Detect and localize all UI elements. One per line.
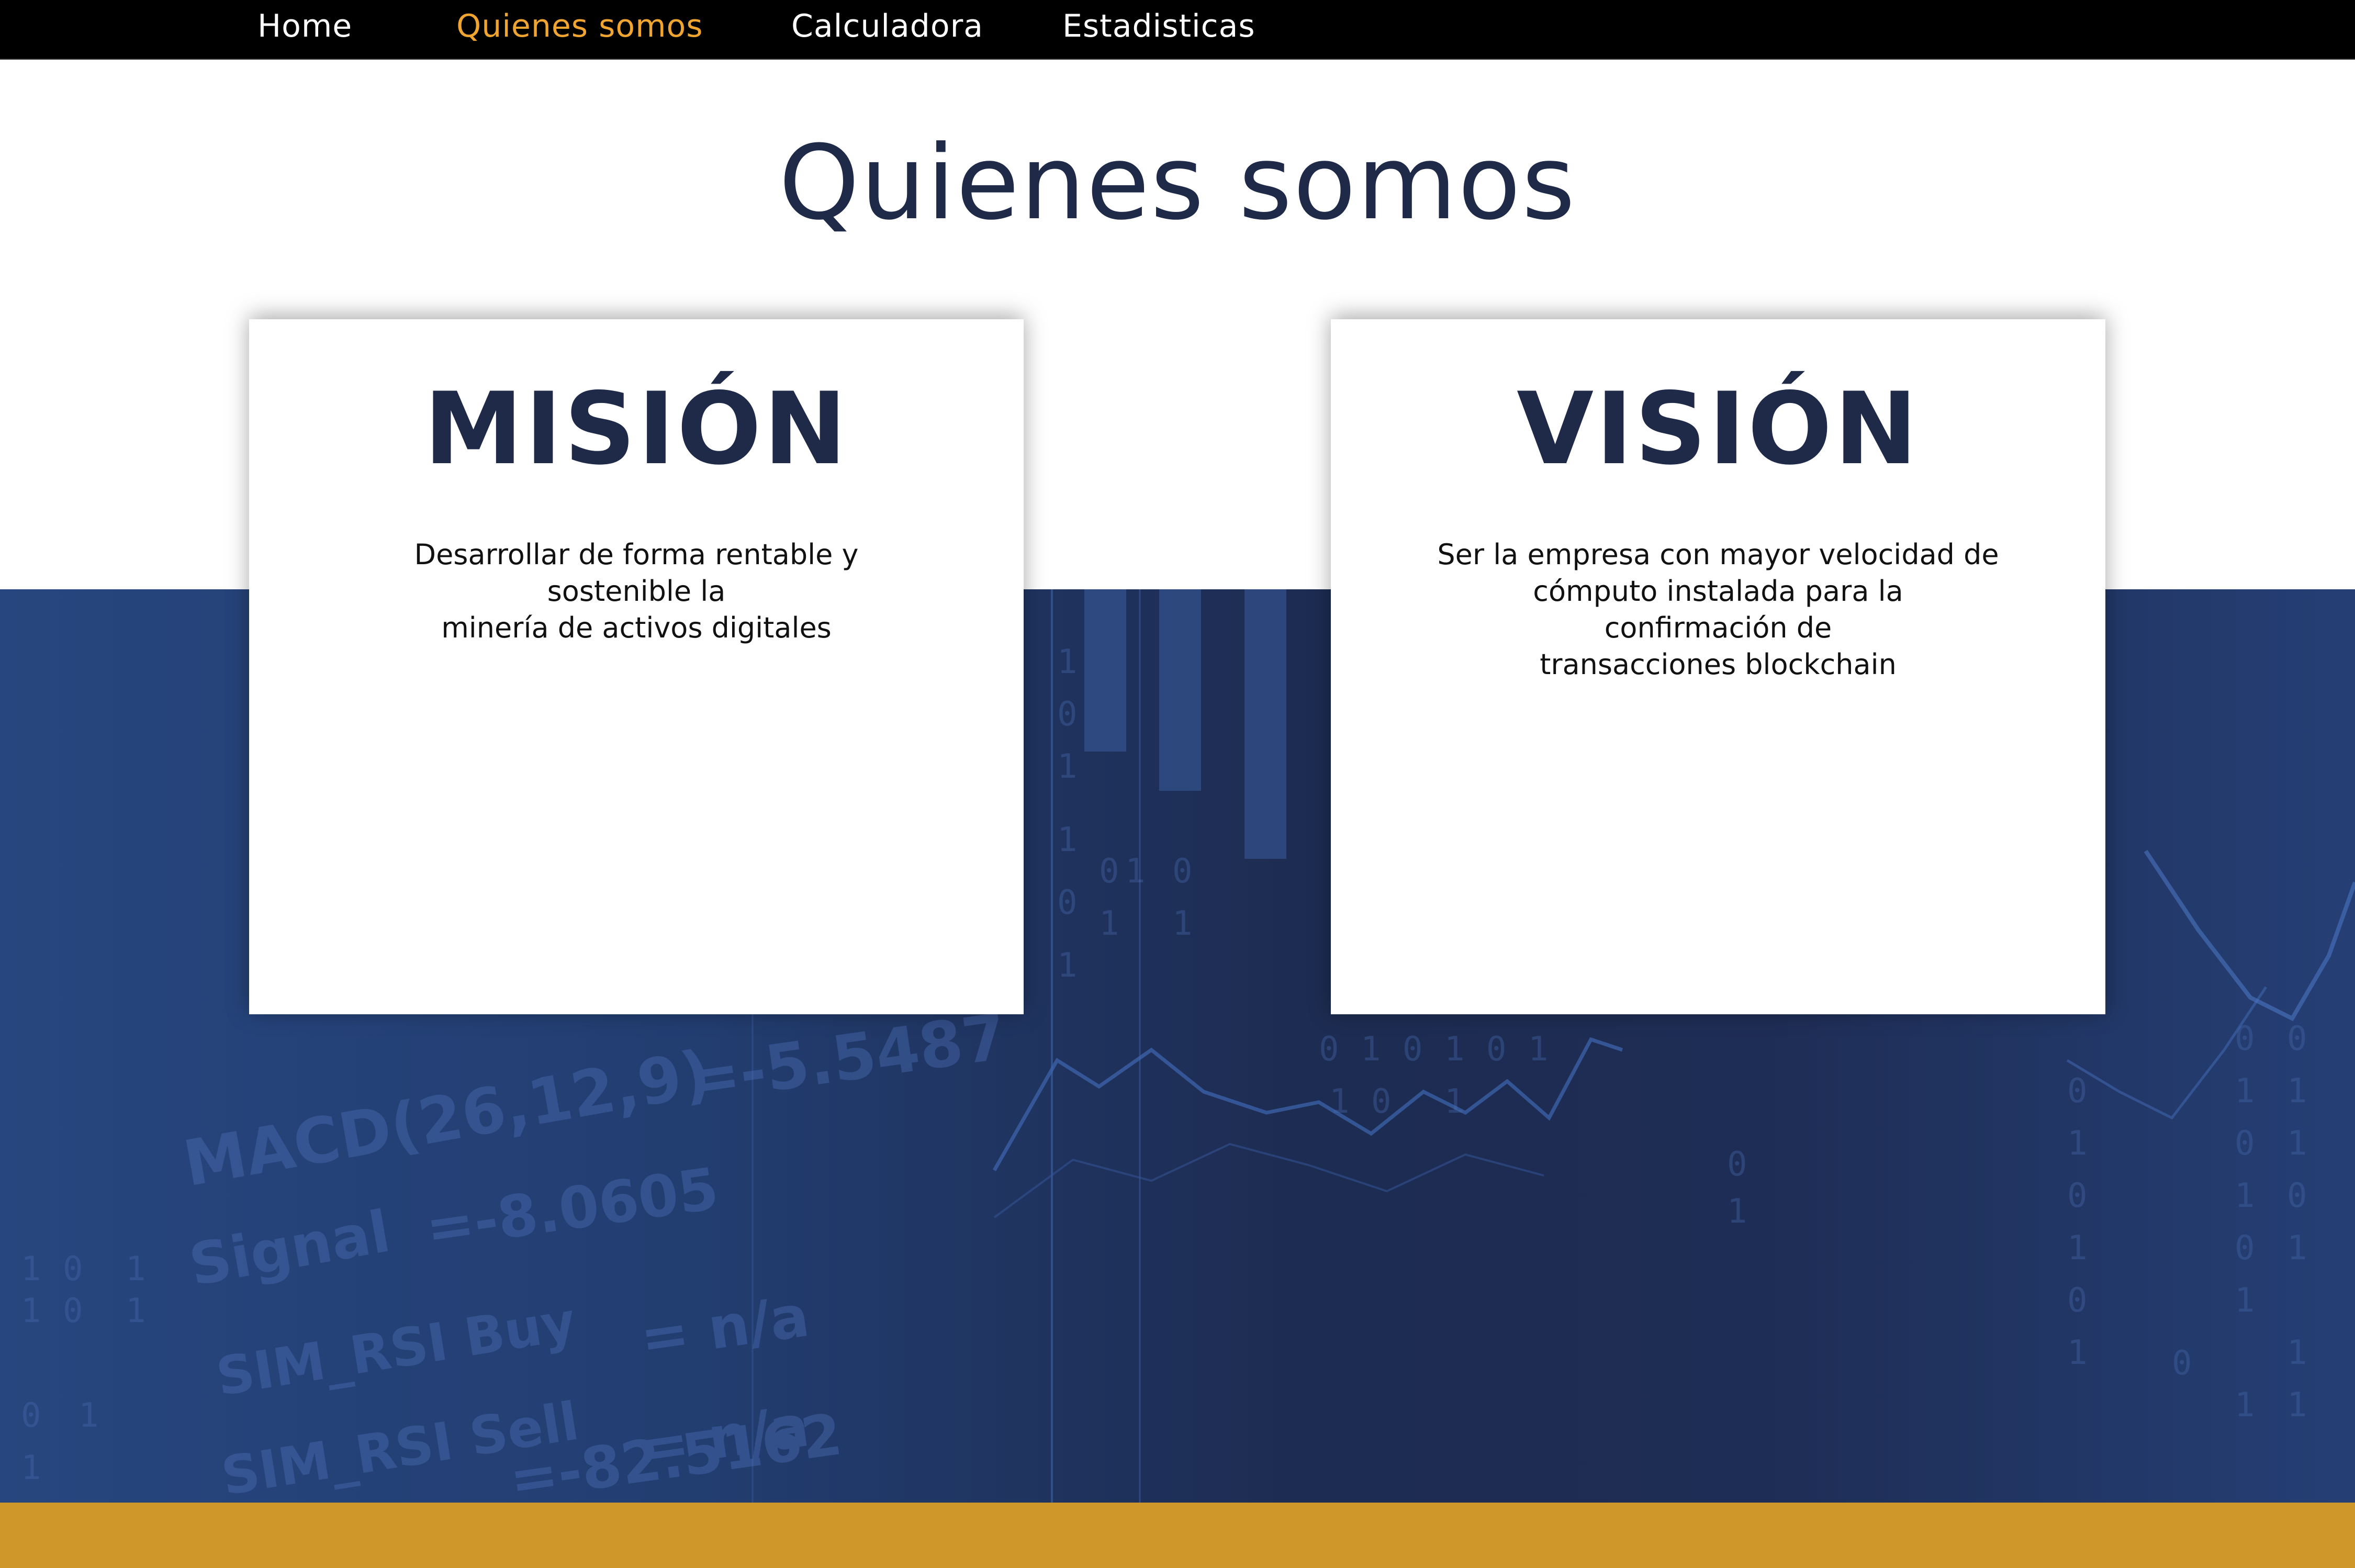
watermark-text: Signal <box>184 1198 395 1299</box>
svg-text:1: 1 <box>1125 852 1146 891</box>
svg-text:1: 1 <box>1057 821 1078 859</box>
svg-text:0: 0 <box>1172 852 1193 891</box>
svg-text:0: 0 <box>2235 1020 2255 1058</box>
svg-text:1: 1 <box>21 1292 41 1330</box>
svg-text:0: 0 <box>2067 1281 2088 1320</box>
svg-text:0: 0 <box>2235 1124 2255 1163</box>
svg-text:1: 1 <box>2235 1386 2255 1425</box>
svg-text:1: 1 <box>2287 1386 2307 1425</box>
top-navigation-bar: Home Quienes somos Calculadora Estadisti… <box>0 0 2355 60</box>
svg-text:1: 1 <box>2067 1229 2088 1268</box>
svg-text:1: 1 <box>1057 643 1078 681</box>
svg-text:1: 1 <box>2287 1334 2307 1372</box>
vision-card: VISIÓN Ser la empresa con mayor velocida… <box>1331 319 2105 1014</box>
svg-text:0: 0 <box>1319 1030 1339 1069</box>
svg-text:1: 1 <box>2287 1229 2307 1268</box>
svg-text:1: 1 <box>1528 1030 1549 1069</box>
watermark-text: =-5.5487 <box>683 1001 1011 1117</box>
vision-title: VISIÓN <box>1517 371 1920 487</box>
svg-text:0: 0 <box>2287 1177 2307 1215</box>
svg-text:0: 0 <box>2235 1229 2255 1268</box>
svg-text:0: 0 <box>1727 1145 1747 1184</box>
svg-text:1: 1 <box>1361 1030 1381 1069</box>
svg-text:1: 1 <box>1444 1082 1465 1121</box>
vision-text-line: transacciones blockchain <box>1540 648 1897 681</box>
svg-text:0: 0 <box>1057 695 1078 734</box>
svg-text:1: 1 <box>2235 1281 2255 1320</box>
svg-text:0: 0 <box>1486 1030 1507 1069</box>
svg-text:0: 0 <box>2067 1177 2088 1215</box>
svg-text:0: 0 <box>1057 883 1078 922</box>
vision-text-line: confirmación de <box>1604 611 1832 644</box>
nav-quienes-somos-link[interactable]: Quienes somos <box>456 0 703 52</box>
nav-calculadora-link[interactable]: Calculadora <box>791 0 983 52</box>
svg-text:1: 1 <box>1057 946 1078 985</box>
svg-text:0: 0 <box>63 1250 83 1289</box>
svg-text:1: 1 <box>2235 1177 2255 1215</box>
svg-text:1: 1 <box>2067 1124 2088 1163</box>
mission-title: MISIÓN <box>424 371 849 487</box>
svg-text:0: 0 <box>1099 852 1119 891</box>
svg-text:1: 1 <box>1057 747 1078 786</box>
svg-text:1: 1 <box>2287 1124 2307 1163</box>
mission-text-line: sostenible la <box>547 575 726 608</box>
svg-text:1: 1 <box>78 1396 99 1435</box>
svg-text:0: 0 <box>1371 1082 1392 1121</box>
svg-text:1: 1 <box>1329 1082 1350 1121</box>
svg-text:1: 1 <box>1099 904 1119 943</box>
svg-text:0: 0 <box>2067 1072 2088 1111</box>
vision-text-line: cómputo instalada para la <box>1533 575 1903 608</box>
svg-text:1: 1 <box>1172 904 1193 943</box>
mission-card: MISIÓN Desarrollar de forma rentable y s… <box>249 319 1024 1014</box>
mission-text-line: minería de activos digitales <box>441 611 832 644</box>
svg-text:1: 1 <box>2287 1072 2307 1111</box>
svg-text:1: 1 <box>21 1449 41 1487</box>
mission-text-line: Desarrollar de forma rentable y <box>414 538 859 571</box>
svg-text:1: 1 <box>1727 1192 1747 1231</box>
nav-home-link[interactable]: Home <box>257 0 352 52</box>
nav-estadisticas-link[interactable]: Estadisticas <box>1062 0 1255 52</box>
vision-text-line: Ser la empresa con mayor velocidad de <box>1437 538 1999 571</box>
svg-text:1: 1 <box>2235 1072 2255 1111</box>
watermark-text: = n/a <box>636 1282 813 1372</box>
mission-text: Desarrollar de forma rentable y sostenib… <box>328 536 945 646</box>
page-title: Quienes somos <box>779 124 1576 243</box>
svg-text:1: 1 <box>2067 1334 2088 1372</box>
svg-text:1: 1 <box>126 1292 146 1330</box>
vision-text: Ser la empresa con mayor velocidad de có… <box>1409 536 2027 683</box>
footer-strip <box>0 1503 2355 1568</box>
svg-text:1: 1 <box>21 1250 41 1289</box>
svg-text:0: 0 <box>2172 1344 2192 1383</box>
svg-text:0: 0 <box>63 1292 83 1330</box>
watermark-text: SIM_RSI Buy <box>212 1291 579 1408</box>
svg-text:0: 0 <box>1403 1030 1423 1069</box>
watermark-text: =-8.0605 <box>422 1155 723 1262</box>
svg-text:0: 0 <box>2287 1020 2307 1058</box>
svg-text:0: 0 <box>21 1396 41 1435</box>
svg-text:1: 1 <box>126 1250 146 1289</box>
svg-text:1: 1 <box>1444 1030 1465 1069</box>
